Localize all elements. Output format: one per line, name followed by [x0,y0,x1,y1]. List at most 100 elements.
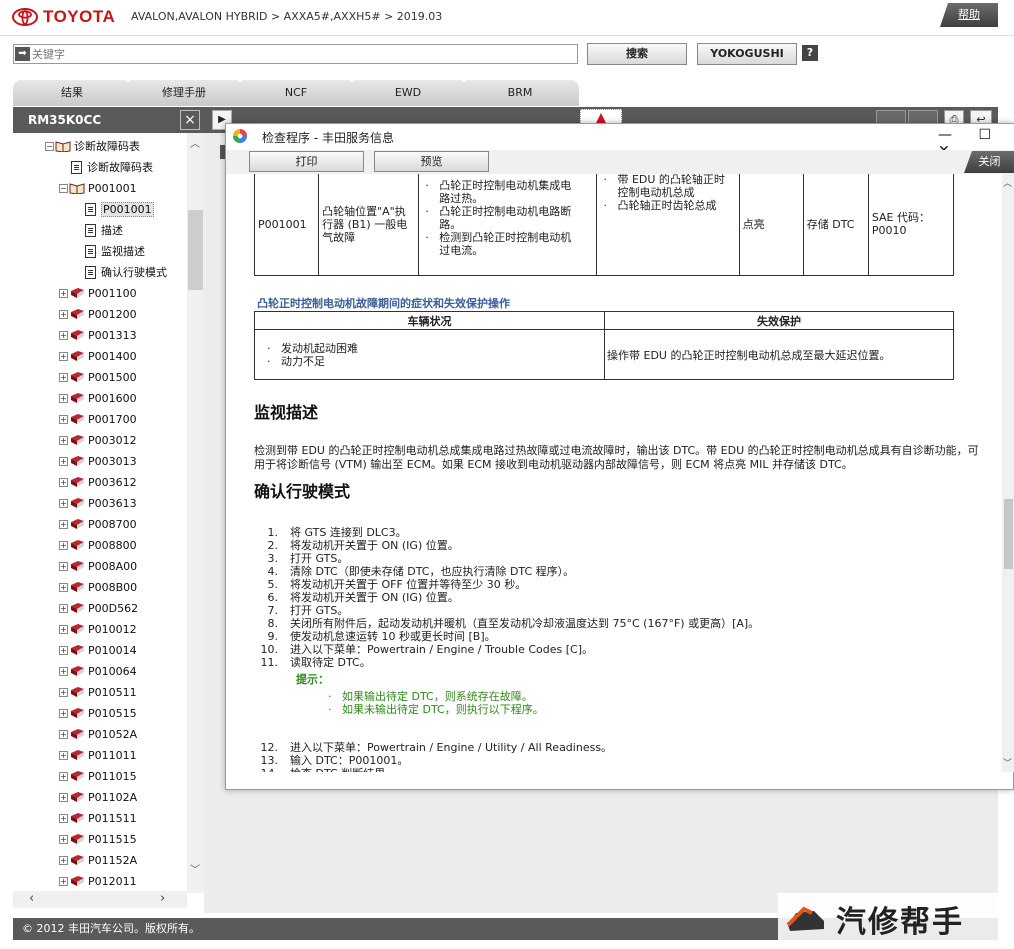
tree-item[interactable]: + P003613 [59,493,137,513]
expand-icon[interactable]: + [59,855,68,865]
scroll-right-icon[interactable]: › [160,891,165,906]
tab-brm[interactable]: BRM [461,80,579,106]
tree-item-label: P011015 [88,769,137,783]
tab-results[interactable]: 结果 [13,80,131,106]
scroll-left-icon[interactable]: ‹ [29,891,34,906]
close-panel-button[interactable]: × [180,110,200,130]
scroll-up-icon[interactable]: ︿ [1003,176,1012,189]
expand-icon[interactable]: + [59,351,68,361]
expand-icon[interactable]: + [59,498,68,508]
tree-item[interactable]: − P001001 [59,178,137,198]
tree-item[interactable]: + P008A00 [59,556,137,576]
tree-item[interactable]: + P008B00 [59,577,137,597]
tree-item[interactable]: + P003612 [59,472,137,492]
popup-scroll-thumb[interactable] [1004,499,1013,569]
tree-horizontal-scrollbar[interactable]: ‹ › [13,891,187,908]
tree-item[interactable]: + P011511 [59,808,137,828]
expand-icon[interactable]: + [59,603,68,613]
scroll-down-icon[interactable]: ﹀ [190,861,200,876]
expand-icon[interactable]: + [59,435,68,445]
minimize-icon[interactable]: — [938,127,952,143]
expand-icon[interactable]: + [59,288,68,298]
expand-icon[interactable]: + [59,645,68,655]
tree-item[interactable]: + P010515 [59,703,137,723]
expand-icon[interactable]: + [59,372,68,382]
expand-icon[interactable]: + [59,330,68,340]
tree-item[interactable]: − 诊断故障码表 [45,136,140,156]
expand-icon[interactable]: + [59,519,68,529]
scroll-up-icon[interactable]: ︿ [190,135,200,150]
collapse-icon[interactable]: − [59,183,68,193]
tab-ncf[interactable]: NCF [237,80,355,106]
tree-item[interactable]: + P012011 [59,871,137,891]
tree-item[interactable]: + P010012 [59,619,137,639]
tree-item[interactable]: + P001313 [59,325,137,345]
tree-item[interactable]: 描述 [85,220,123,240]
expand-icon[interactable]: + [59,750,68,760]
expand-icon[interactable]: + [59,540,68,550]
tree-item[interactable]: + P010064 [59,661,137,681]
expand-icon[interactable]: + [59,771,68,781]
search-input[interactable] [32,46,572,62]
expand-icon[interactable]: + [59,834,68,844]
tree-item[interactable]: + P001400 [59,346,137,366]
search-button[interactable]: 搜索 [587,43,687,65]
dtc-name-cell: 凸轮轴位置"A"执行器 (B1) 一般电气故障 [318,174,420,276]
print-button[interactable]: 打印 [249,151,364,172]
expand-icon[interactable]: + [59,792,68,802]
expand-icon[interactable]: + [59,456,68,466]
tab-ewd[interactable]: EWD [349,80,467,106]
maximize-icon[interactable]: ☐ [978,127,991,143]
expand-icon[interactable]: + [59,582,68,592]
tree-item[interactable]: + P003013 [59,451,137,471]
expand-icon[interactable]: + [59,708,68,718]
preview-button[interactable]: 预览 [374,151,489,172]
tab-repair-manual[interactable]: 修理手册 [125,80,243,106]
yokogushi-button[interactable]: YOKOGUSHI [697,43,797,65]
tree-item[interactable]: + P011515 [59,829,137,849]
tree-item[interactable]: 监视描述 [85,241,145,261]
tree-item[interactable]: + P001600 [59,388,137,408]
search-box[interactable]: ➡ [13,44,578,64]
collapse-icon[interactable]: − [45,141,54,151]
tree-item[interactable]: + P011015 [59,766,137,786]
tree-item[interactable]: + P008700 [59,514,137,534]
expand-icon[interactable]: + [59,687,68,697]
tree-item[interactable]: + P001700 [59,409,137,429]
tree-item[interactable]: + P001100 [59,283,137,303]
help-question-icon[interactable]: ? [802,45,818,61]
tree-item[interactable]: + P003012 [59,430,137,450]
tree-item[interactable]: + P00D562 [59,598,138,618]
tree-item[interactable]: + P010014 [59,640,137,660]
expand-icon[interactable]: + [59,393,68,403]
tree-item[interactable]: + P010511 [59,682,137,702]
tree-item[interactable]: + P01152A [59,850,137,870]
expand-icon[interactable]: + [59,729,68,739]
expand-icon[interactable]: + [59,666,68,676]
expand-icon[interactable]: + [59,309,68,319]
scroll-down-icon[interactable]: ﹀ [1003,756,1012,769]
tree-item[interactable]: + P01052A [59,724,137,744]
popup-vertical-scrollbar[interactable]: ︿ ﹀ [1002,174,1014,772]
tree-item[interactable]: P001001 [85,199,154,219]
tree-item[interactable]: + P001200 [59,304,137,324]
tree-item[interactable]: 确认行驶模式 [85,262,167,282]
expand-icon[interactable]: + [59,813,68,823]
popup-titlebar[interactable]: 检查程序 - 丰田服务信息 — ☐ ✕ [226,124,1014,159]
tree-item[interactable]: + P011011 [59,745,137,765]
help-link[interactable]: 帮助 [940,3,998,27]
tree-item[interactable]: + P01102A [59,787,137,807]
close-button[interactable]: 关闭 [964,151,1014,173]
failsafe-title: 凸轮正时控制电动机故障期间的症状和失效保护操作 [257,297,510,310]
tree-item[interactable]: + P008800 [59,535,137,555]
breadcrumb[interactable]: AVALON,AVALON HYBRID > AXXA5#,AXXH5# > 2… [131,10,442,23]
expand-icon[interactable]: + [59,561,68,571]
expand-icon[interactable]: + [59,477,68,487]
tree-item[interactable]: + P001500 [59,367,137,387]
tree-item[interactable]: 诊断故障码表 [71,157,153,177]
expand-icon[interactable]: + [59,624,68,634]
tree-scroll-thumb[interactable] [188,210,203,290]
book-icon [71,834,84,844]
expand-icon[interactable]: + [59,414,68,424]
expand-icon[interactable]: + [59,876,68,886]
